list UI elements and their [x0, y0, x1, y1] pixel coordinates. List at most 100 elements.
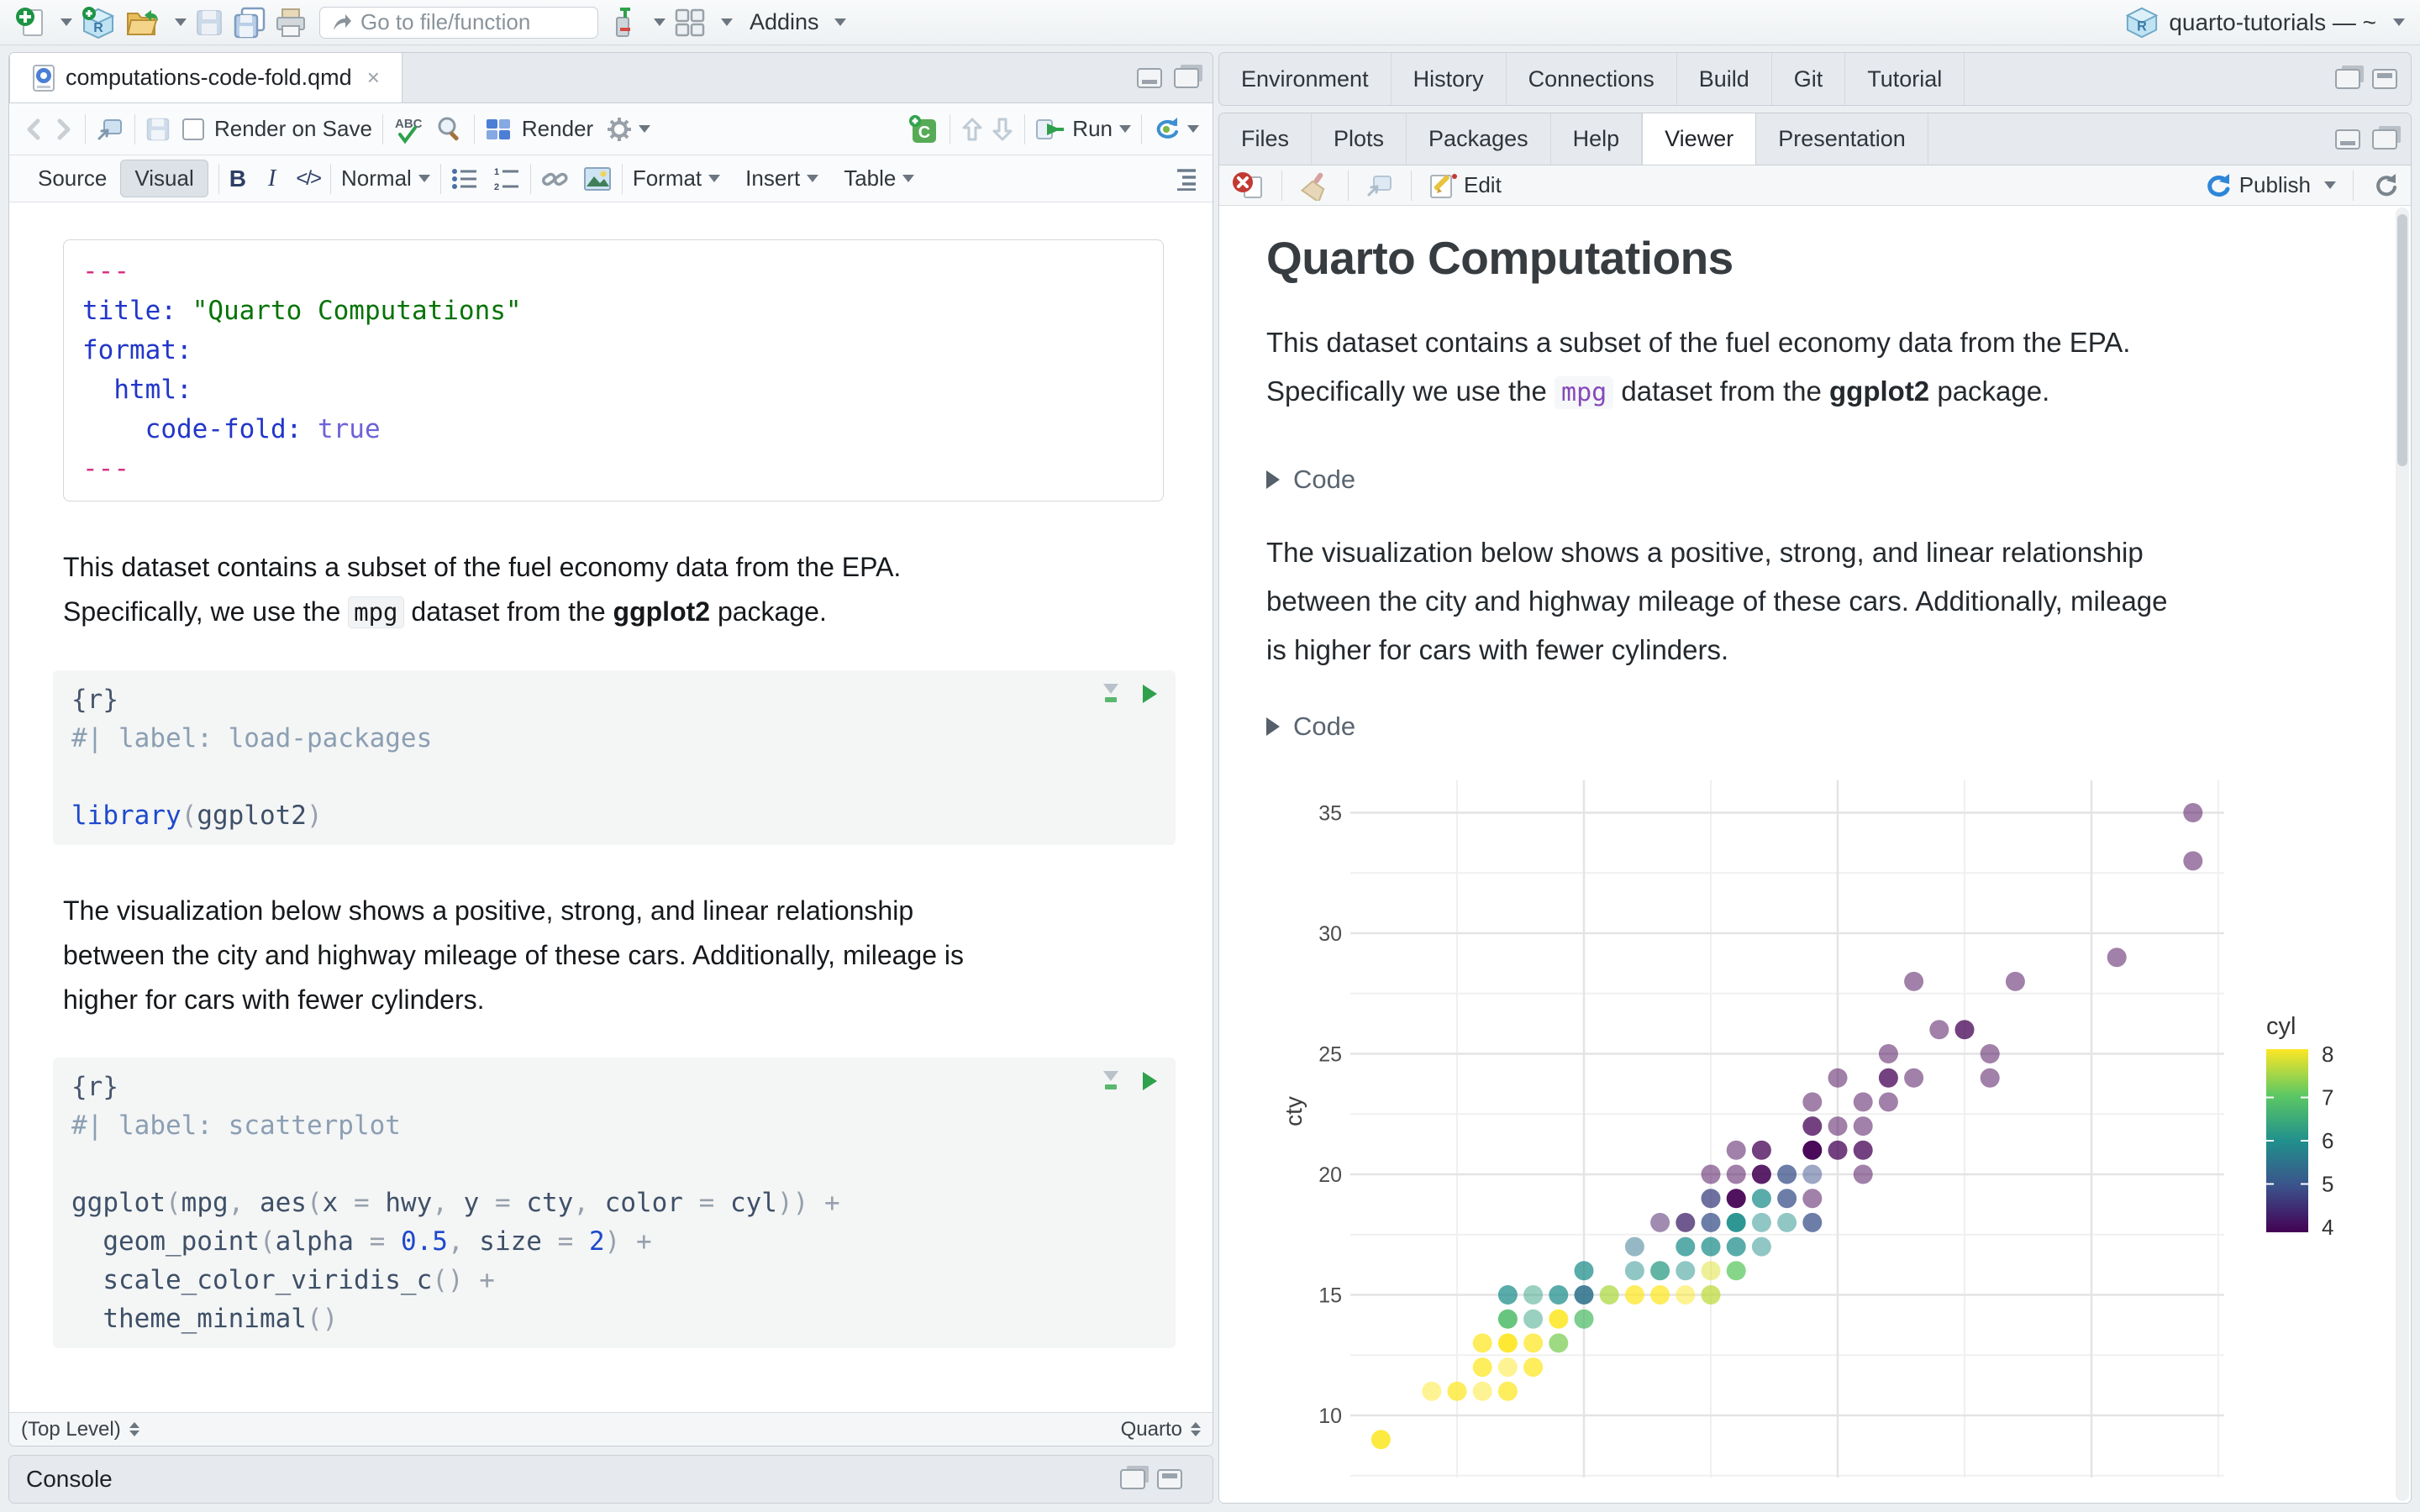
insert-chunk-icon[interactable]: C	[908, 114, 939, 144]
open-file-caret-icon[interactable]	[175, 18, 187, 26]
yaml-front-matter-block[interactable]: --- title: "Quarto Computations" format: h…	[63, 239, 1164, 501]
visual-mode-button[interactable]: Visual	[120, 160, 208, 197]
stop-icon[interactable]	[1231, 171, 1265, 201]
console-maximize-icon[interactable]	[1120, 1469, 1145, 1489]
viewer-scrollbar[interactable]	[2396, 207, 2409, 1501]
italic-button[interactable]: I	[268, 165, 276, 192]
run-chunk-icon[interactable]	[1140, 683, 1159, 705]
render-button[interactable]: Render	[522, 116, 593, 142]
maximize-icon[interactable]	[1174, 67, 1199, 88]
goto-file-input[interactable]: Go to file/function	[319, 6, 598, 39]
tab-packages[interactable]: Packages	[1407, 113, 1551, 165]
bold-button[interactable]: B	[229, 165, 246, 192]
table-caret-icon[interactable]	[902, 175, 915, 182]
code-format-button[interactable]: </>	[296, 167, 322, 191]
tab-close-icon[interactable]: ×	[367, 65, 380, 91]
filetype-selector[interactable]: Quarto	[1121, 1418, 1182, 1441]
console-restore-icon[interactable]	[1157, 1469, 1182, 1489]
tab-git[interactable]: Git	[1772, 53, 1846, 105]
run-chunks-above-icon[interactable]	[1100, 1069, 1122, 1093]
tab-build[interactable]: Build	[1677, 53, 1772, 105]
search-icon[interactable]	[435, 115, 464, 144]
pane-minimize-icon[interactable]	[2335, 129, 2360, 150]
open-file-icon[interactable]	[124, 7, 160, 39]
source-mode-button[interactable]: Source	[24, 160, 120, 197]
insert-caret-icon[interactable]	[807, 175, 819, 182]
publish-button[interactable]: Publish	[2239, 172, 2311, 198]
format-dropdown[interactable]: Format	[633, 165, 702, 192]
new-project-icon[interactable]: R	[81, 6, 116, 39]
run-caret-icon[interactable]	[1119, 125, 1131, 133]
save-icon[interactable]	[195, 8, 224, 37]
minimize-icon[interactable]	[1137, 67, 1162, 88]
back-icon[interactable]	[23, 118, 46, 141]
tab-environment[interactable]: Environment	[1219, 53, 1392, 105]
table-dropdown[interactable]: Table	[844, 165, 896, 192]
image-icon[interactable]	[583, 166, 612, 192]
edit-icon[interactable]	[1428, 171, 1457, 200]
spellcheck-icon[interactable]: ABC	[393, 114, 427, 144]
code-fold-toggle-1[interactable]: Code	[1266, 465, 2411, 495]
editor-paragraph-1[interactable]: This dataset contains a subset of the fu…	[63, 545, 1181, 635]
run-chunk-icon[interactable]	[1140, 1070, 1159, 1092]
save-all-icon[interactable]	[232, 7, 266, 39]
tab-history[interactable]: History	[1392, 53, 1507, 105]
run-button[interactable]: Run	[1072, 116, 1113, 142]
pane-maximize-icon[interactable]	[2335, 69, 2360, 89]
refresh-icon[interactable]	[2370, 172, 2399, 199]
panes-layout-icon[interactable]	[674, 8, 706, 38]
tab-help[interactable]: Help	[1551, 113, 1643, 165]
popout-icon[interactable]	[1365, 173, 1394, 198]
project-selector[interactable]: R quarto-tutorials — ~	[2125, 6, 2405, 39]
bullet-list-icon[interactable]	[451, 167, 478, 191]
save-icon[interactable]	[145, 117, 171, 142]
tab-connections[interactable]: Connections	[1507, 53, 1677, 105]
paragraph-style-dropdown[interactable]: Normal	[341, 165, 412, 192]
run-icon[interactable]	[1035, 117, 1065, 142]
render-caret-icon[interactable]	[639, 125, 651, 133]
render-on-save-checkbox[interactable]	[182, 118, 204, 140]
paragraph-style-caret-icon[interactable]	[418, 175, 430, 182]
go-next-section-icon[interactable]	[991, 116, 1014, 143]
numbered-list-icon[interactable]: 12	[493, 167, 520, 191]
rerun-icon[interactable]	[1152, 116, 1181, 143]
scope-selector[interactable]: (Top Level)	[21, 1418, 121, 1441]
editor-content[interactable]: --- title: "Quarto Computations" format: h…	[9, 202, 1213, 1412]
code-chunk-load-packages[interactable]: {r} #| label: load-packages library(ggplot…	[53, 670, 1176, 845]
render-icon[interactable]	[485, 117, 513, 142]
scrollbar-thumb[interactable]	[2397, 214, 2407, 466]
pane-restore-icon[interactable]	[2372, 69, 2397, 89]
tab-plots[interactable]: Plots	[1312, 113, 1407, 165]
print-icon[interactable]	[274, 8, 308, 38]
editor-tab-qmd[interactable]: computations-code-fold.qmd ×	[9, 53, 402, 102]
link-icon[interactable]	[541, 166, 570, 192]
tab-presentation[interactable]: Presentation	[1756, 113, 1928, 165]
run-chunks-above-icon[interactable]	[1100, 682, 1122, 706]
new-file-icon[interactable]	[15, 7, 45, 39]
version-control-icon[interactable]	[610, 6, 639, 39]
tab-viewer[interactable]: Viewer	[1642, 113, 1757, 165]
new-file-caret-icon[interactable]	[60, 18, 72, 26]
forward-icon[interactable]	[51, 118, 75, 141]
insert-dropdown[interactable]: Insert	[745, 165, 800, 192]
code-chunk-scatterplot[interactable]: {r} #| label: scatterplot ggplot(mpg, aes(…	[53, 1058, 1176, 1348]
scope-selector-arrows-icon[interactable]	[129, 1422, 139, 1436]
go-previous-section-icon[interactable]	[960, 116, 984, 143]
popout-icon[interactable]	[96, 117, 124, 142]
publish-caret-icon[interactable]	[2324, 181, 2336, 189]
tab-files[interactable]: Files	[1219, 113, 1313, 165]
render-settings-gear-icon[interactable]	[607, 117, 632, 142]
panes-caret-icon[interactable]	[721, 18, 733, 26]
tab-tutorial[interactable]: Tutorial	[1845, 53, 1965, 105]
filetype-selector-arrows-icon[interactable]	[1191, 1422, 1201, 1436]
rendered-document[interactable]: Quarto Computations This dataset contain…	[1219, 206, 2411, 1503]
code-fold-toggle-2[interactable]: Code	[1266, 711, 2411, 742]
edit-button[interactable]: Edit	[1464, 172, 1502, 198]
addins-button[interactable]: Addins	[750, 9, 819, 35]
publish-icon[interactable]	[2202, 171, 2233, 200]
format-caret-icon[interactable]	[708, 175, 721, 182]
editor-paragraph-2[interactable]: The visualization below shows a positive…	[63, 889, 1181, 1022]
version-control-caret-icon[interactable]	[654, 18, 666, 26]
rerun-caret-icon[interactable]	[1187, 125, 1199, 133]
broom-icon[interactable]	[1299, 171, 1331, 201]
